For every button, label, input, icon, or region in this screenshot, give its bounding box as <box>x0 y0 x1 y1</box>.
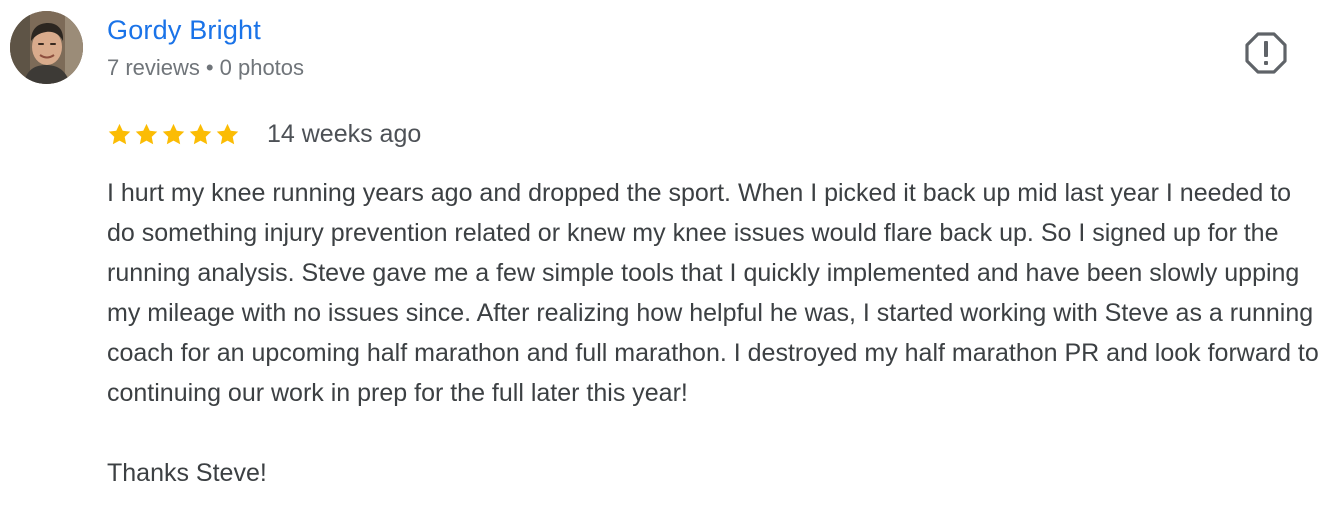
review-date: 14 weeks ago <box>267 119 422 148</box>
star-rating <box>107 122 240 147</box>
review-text: I hurt my knee running years ago and dro… <box>107 179 1319 487</box>
star-icon <box>189 123 212 144</box>
report-review-button[interactable] <box>1243 30 1289 76</box>
reviewer-name-link[interactable]: Gordy Bright <box>107 15 261 46</box>
reviewer-meta: 7 reviews • 0 photos <box>107 55 304 81</box>
photos-count: 0 photos <box>219 55 305 80</box>
reviews-count: 7 reviews <box>107 55 200 80</box>
star-icon <box>135 123 158 144</box>
rating-row: 14 weeks ago <box>107 118 421 150</box>
report-flag-icon <box>1245 32 1287 74</box>
meta-separator: • <box>205 55 214 80</box>
star-icon <box>108 123 131 144</box>
star-icon <box>216 123 239 144</box>
avatar[interactable] <box>10 11 83 84</box>
star-icon <box>162 123 185 144</box>
